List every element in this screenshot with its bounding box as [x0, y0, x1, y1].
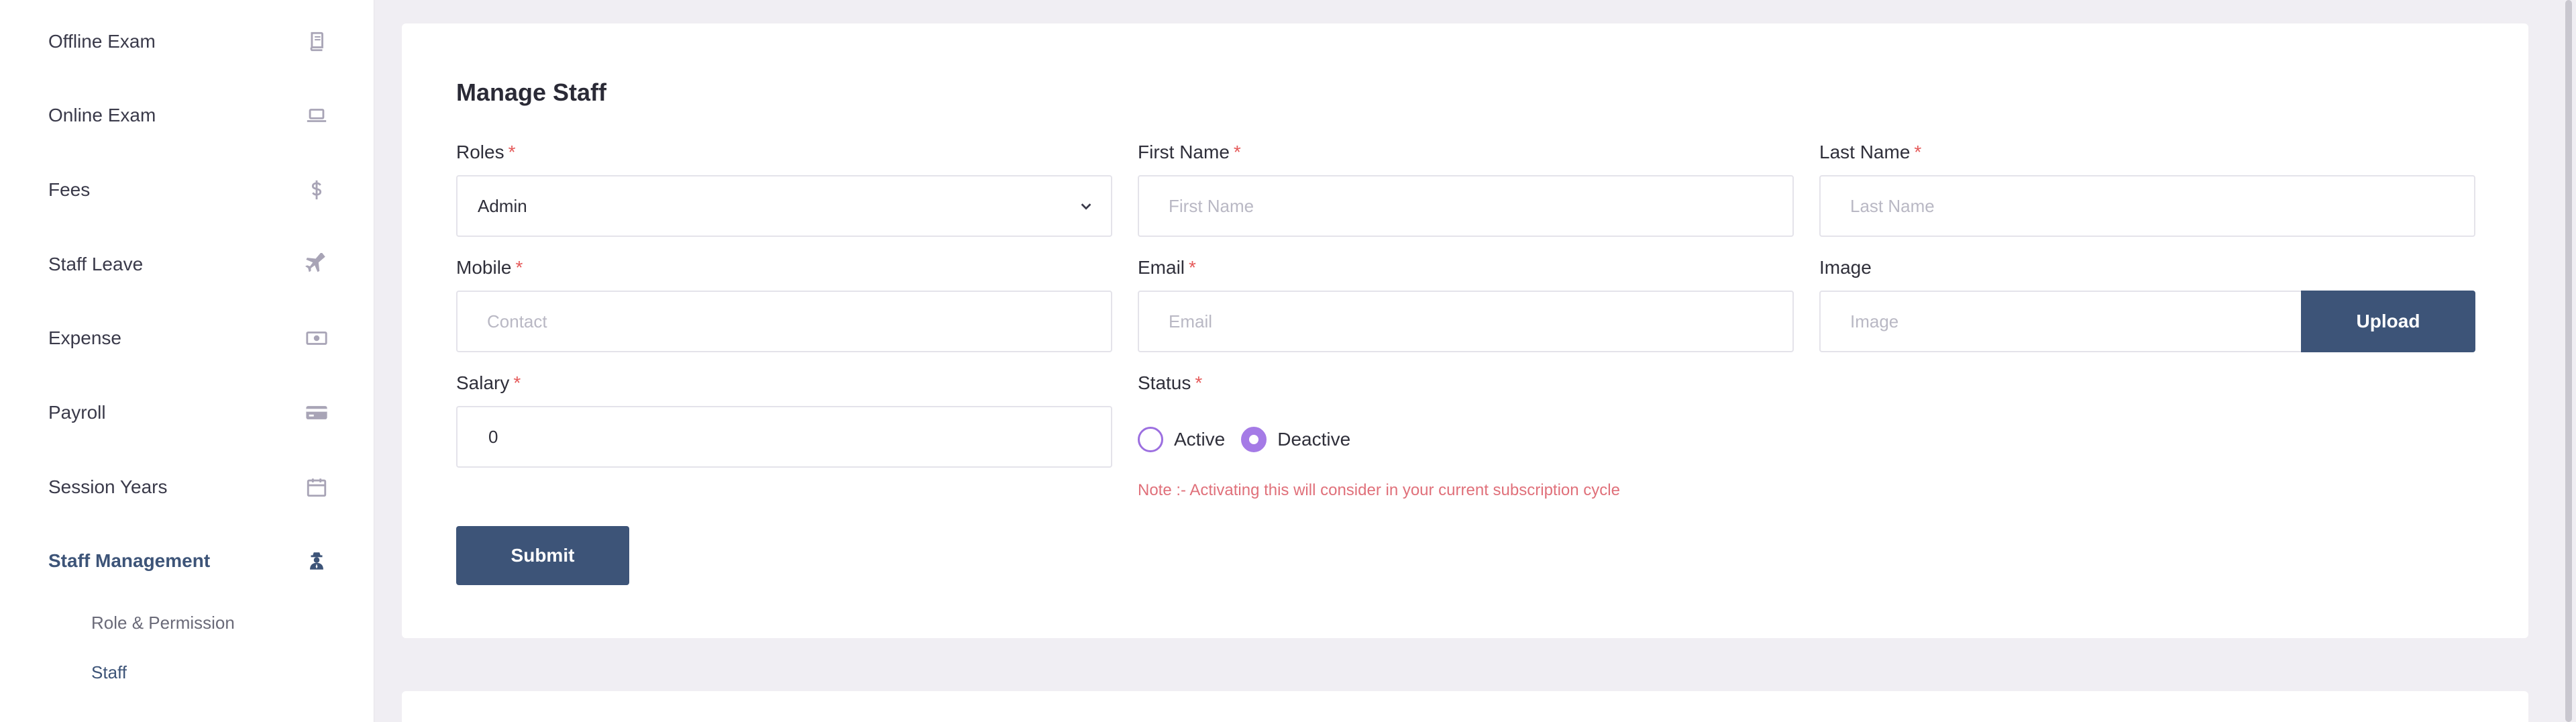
status-deactive-label: Deactive	[1277, 429, 1351, 450]
mobile-input[interactable]	[456, 291, 1112, 352]
roles-select[interactable]: Admin	[456, 175, 1112, 237]
roles-label: Roles *	[456, 142, 516, 163]
salary-input[interactable]	[456, 406, 1112, 468]
required-mark: *	[1233, 142, 1241, 162]
chevron-down-icon	[1081, 203, 1091, 210]
sidebar-item-offline-exam[interactable]: Offline Exam	[48, 21, 330, 62]
first-name-label-text: First Name	[1138, 142, 1230, 162]
roles-label-text: Roles	[456, 142, 504, 162]
sidebar-item-expense[interactable]: Expense	[48, 318, 330, 358]
salary-label-text: Salary	[456, 372, 510, 393]
calendar-icon	[303, 474, 330, 501]
required-mark: *	[515, 257, 523, 278]
sidebar-item-session-years[interactable]: Session Years	[48, 467, 330, 507]
sidebar-item-label: Offline Exam	[48, 31, 156, 52]
dollar-icon	[303, 176, 330, 203]
user-secret-icon	[303, 548, 330, 574]
book-icon	[303, 28, 330, 55]
status-radio-group: Active Deactive	[1138, 427, 1366, 452]
sidebar-item-label: Staff Management	[48, 550, 211, 571]
subscription-note: Note :- Activating this will consider in…	[1138, 481, 1620, 499]
sidebar-item-label: Staff Leave	[48, 254, 144, 274]
page-scrollbar[interactable]	[2561, 0, 2576, 722]
scrollbar-thumb[interactable]	[2565, 0, 2572, 722]
status-label-text: Status	[1138, 372, 1191, 393]
money-icon	[303, 325, 330, 352]
last-name-input[interactable]	[1819, 175, 2475, 237]
radio-checked-icon	[1241, 427, 1267, 452]
sidebar-item-label: Fees	[48, 179, 91, 200]
roles-selected-value: Admin	[478, 195, 527, 216]
image-input[interactable]	[1819, 291, 2302, 352]
last-name-label-text: Last Name	[1819, 142, 1911, 162]
radio-unchecked-icon	[1138, 427, 1163, 452]
sidebar-item-label: Payroll	[48, 402, 106, 423]
credit-card-icon	[303, 399, 330, 426]
manage-staff-card: Manage Staff Roles* Admin First Name* La…	[402, 23, 2528, 638]
page-title: Manage Staff	[456, 79, 607, 106]
mobile-label-text: Mobile	[456, 257, 512, 278]
sidebar-item-label: Session Years	[48, 476, 168, 497]
status-active-label: Active	[1174, 429, 1226, 450]
status-label: Status *	[1138, 372, 1202, 394]
laptop-icon	[303, 102, 330, 129]
sidebar-item-label: Online Exam	[48, 105, 156, 125]
sidebar-item-staff-leave[interactable]: Staff Leave	[48, 244, 330, 285]
email-label-text: Email	[1138, 257, 1185, 278]
required-mark: *	[508, 142, 516, 162]
sidebar-item-staff-management[interactable]: Staff Management	[48, 541, 330, 581]
plane-icon	[303, 251, 330, 278]
salary-label: Salary *	[456, 372, 521, 394]
sidebar: Offline Exam Online Exam Fees Staff Leav…	[0, 0, 374, 722]
required-mark: *	[1189, 257, 1196, 278]
secondary-card	[402, 691, 2528, 722]
mobile-label: Mobile *	[456, 257, 523, 278]
required-mark: *	[1195, 372, 1203, 393]
sidebar-subitem-staff[interactable]: Staff	[91, 658, 127, 687]
sidebar-item-fees[interactable]: Fees	[48, 170, 330, 210]
first-name-input[interactable]	[1138, 175, 1794, 237]
email-input[interactable]	[1138, 291, 1794, 352]
status-active-radio[interactable]: Active	[1138, 427, 1225, 452]
required-mark: *	[513, 372, 521, 393]
upload-button[interactable]: Upload	[2301, 291, 2475, 352]
sidebar-subitem-role-permission[interactable]: Role & Permission	[91, 608, 235, 637]
sidebar-item-payroll[interactable]: Payroll	[48, 393, 330, 433]
status-deactive-radio[interactable]: Deactive	[1241, 427, 1350, 452]
email-label: Email *	[1138, 257, 1196, 278]
required-mark: *	[1914, 142, 1922, 162]
first-name-label: First Name *	[1138, 142, 1241, 163]
last-name-label: Last Name *	[1819, 142, 1921, 163]
image-label: Image	[1819, 257, 1872, 278]
sidebar-item-label: Expense	[48, 327, 121, 348]
submit-button[interactable]: Submit	[456, 526, 629, 585]
sidebar-item-online-exam[interactable]: Online Exam	[48, 95, 330, 136]
